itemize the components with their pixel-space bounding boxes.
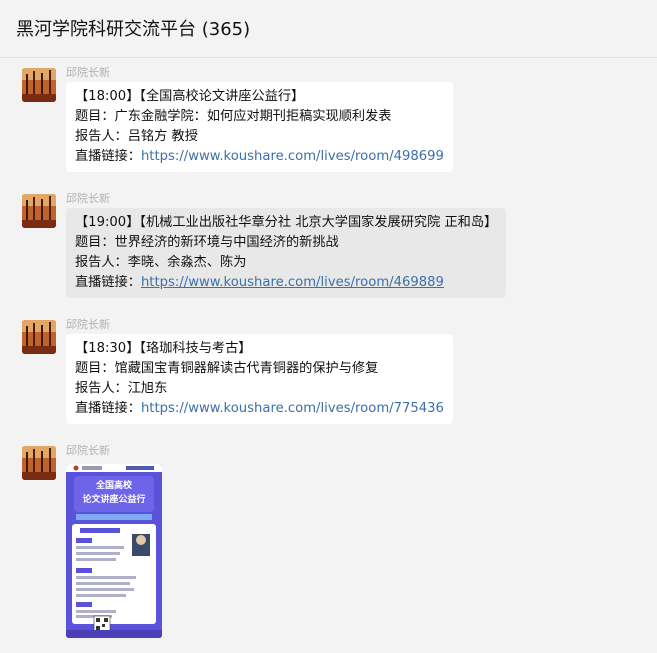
message-line: 题目：世界经济的新环境与中国经济的新挑战	[75, 235, 339, 250]
autumn-forest-avatar-icon	[22, 68, 56, 102]
live-link[interactable]: https://www.koushare.com/lives/room/7754…	[141, 401, 444, 416]
message-bubble[interactable]: 【18:00】【全国高校论文讲座公益行】 题目：广东金融学院：如何应对期刊拒稿实…	[66, 82, 453, 172]
message-line: 题目：馆藏国宝青铜器解读古代青铜器的保护与修复	[75, 361, 379, 376]
chat-header: 黑河学院科研交流平台 (365)	[0, 0, 657, 58]
autumn-forest-avatar-icon	[22, 446, 56, 480]
message-line: 【18:30】【珞珈科技与考古】	[75, 341, 252, 356]
sender-name: 邱院长新	[66, 192, 110, 205]
live-link[interactable]: https://www.koushare.com/lives/room/4698…	[141, 275, 444, 290]
avatar[interactable]	[22, 68, 56, 102]
sender-name: 邱院长新	[66, 318, 110, 331]
lecture-poster-graphic: 全国高校 论文讲座公益行	[66, 464, 162, 638]
message-link-line: 直播链接：https://www.koushare.com/lives/room…	[75, 273, 497, 293]
message-line: 题目：广东金融学院：如何应对期刊拒稿实现顺利发表	[75, 109, 392, 124]
message-line: 报告人：吕铭方 教授	[75, 129, 198, 144]
autumn-forest-avatar-icon	[22, 320, 56, 354]
message-link-line: 直播链接：https://www.koushare.com/lives/room…	[75, 147, 444, 167]
link-prefix: 直播链接：	[75, 401, 141, 416]
autumn-forest-avatar-icon	[22, 194, 56, 228]
message-line: 【19:00】【机械工业出版社华章分社 北京大学国家发展研究院 正和岛】	[75, 215, 498, 230]
live-link[interactable]: https://www.koushare.com/lives/room/4986…	[141, 149, 444, 164]
message-line: 报告人：李晓、余淼杰、陈为	[75, 255, 247, 270]
message-line: 【18:00】【全国高校论文讲座公益行】	[75, 89, 305, 104]
link-prefix: 直播链接：	[75, 275, 141, 290]
message-line: 报告人：江旭东	[75, 381, 168, 396]
sender-name: 邱院长新	[66, 66, 110, 79]
svg-text:论文讲座公益行: 论文讲座公益行	[82, 493, 145, 505]
message-bubble[interactable]: 【19:00】【机械工业出版社华章分社 北京大学国家发展研究院 正和岛】 题目：…	[66, 208, 507, 298]
link-prefix: 直播链接：	[75, 149, 141, 164]
avatar[interactable]	[22, 446, 56, 480]
message-link-line: 直播链接：https://www.koushare.com/lives/room…	[75, 399, 444, 419]
message-bubble[interactable]: 【18:30】【珞珈科技与考古】 题目：馆藏国宝青铜器解读古代青铜器的保护与修复…	[66, 334, 453, 424]
poster-image[interactable]: 全国高校 论文讲座公益行	[66, 464, 162, 638]
chat-title: 黑河学院科研交流平台 (365)	[16, 19, 251, 40]
sender-name: 邱院长新	[66, 444, 110, 457]
avatar[interactable]	[22, 320, 56, 354]
svg-text:全国高校: 全国高校	[95, 479, 133, 491]
avatar[interactable]	[22, 194, 56, 228]
